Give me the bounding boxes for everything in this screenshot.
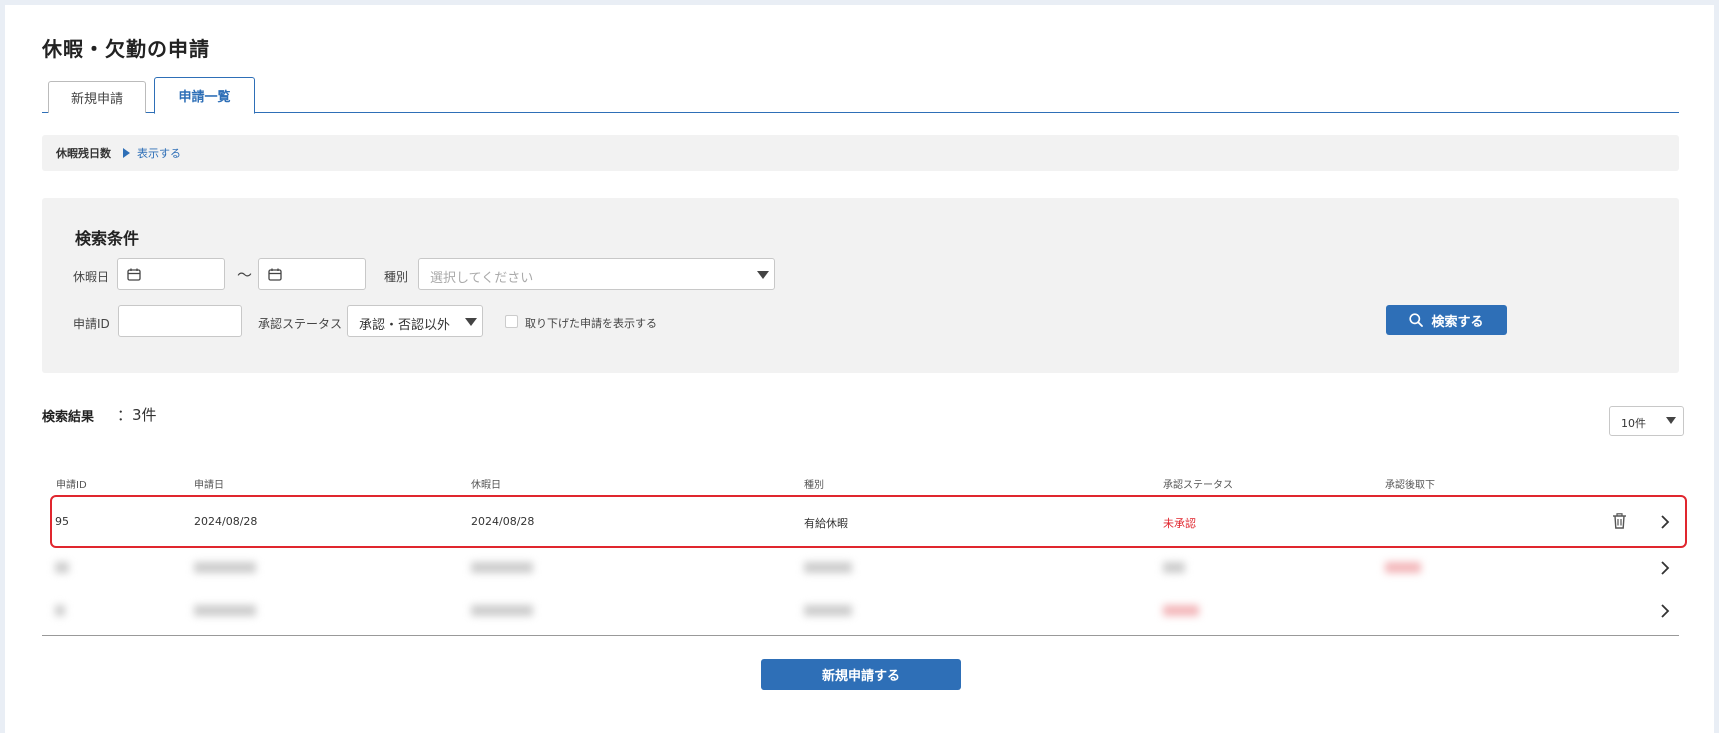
table-row-highlight[interactable] [50,495,1687,548]
type-select[interactable]: 選択してください [418,258,775,290]
chevron-down-icon [465,318,477,326]
status-value: 承認・否認以外 [359,318,451,333]
chevron-right-icon[interactable] [1660,515,1670,529]
cell-request-id: 95 [55,515,69,528]
cell-type: 有給休暇 [804,517,848,530]
calendar-icon [268,268,282,281]
blurred-cell [804,605,852,616]
chevron-right-icon[interactable] [1660,561,1670,575]
remaining-days-label: 休暇残日数 [56,147,111,160]
calendar-icon [127,268,141,281]
tab-new-request[interactable]: 新規申請 [48,81,146,113]
show-withdrawn-label: 取り下げた申請を表示する [525,317,657,330]
remaining-days-bar: 休暇残日数 表示する [42,135,1679,171]
column-header: 休暇日 [471,480,501,491]
results-count: ：3件 [117,406,157,424]
holiday-label: 休暇日 [73,270,110,284]
request-id-label: 申請ID [73,317,110,331]
type-label: 種別 [384,270,409,284]
search-panel: 検索条件 休暇日 ～ 種別 選択してください 申請ID 承認ステータス 承認・否… [42,198,1679,373]
tab-bar: 新規申請 申請一覧 [42,77,1679,114]
cell-holiday-date: 2024/08/28 [471,515,535,528]
chevron-right-icon[interactable] [1660,604,1670,618]
date-range-separator: ～ [237,266,253,284]
caret-right-icon[interactable] [123,148,130,158]
tab-request-list[interactable]: 申請一覧 [154,77,255,114]
new-request-button-label: 新規申請する [821,669,900,684]
blurred-cell [1163,605,1199,616]
column-header: 申請ID [56,480,87,491]
chevron-down-icon [757,271,769,279]
column-header: 申請日 [194,480,224,491]
chevron-down-icon [1666,417,1676,424]
date-from-field[interactable] [117,258,225,290]
blurred-cell [471,605,533,616]
per-page-value: 10件 [1621,417,1646,430]
blurred-cell [804,562,852,573]
show-remaining-link[interactable]: 表示する [137,145,181,161]
status-select[interactable]: 承認・否認以外 [347,305,483,337]
search-title: 検索条件 [75,229,140,248]
status-label: 承認ステータス [258,317,343,331]
type-placeholder: 選択してください [430,271,534,286]
cell-applied-date: 2024/08/28 [194,515,258,528]
column-header: 承認ステータス [1163,480,1233,491]
search-button-label: 検索する [1431,314,1484,330]
blurred-cell [55,562,69,573]
new-request-button[interactable]: 新規申請する [761,659,961,690]
blurred-cell [471,562,533,573]
request-id-input[interactable] [118,305,242,337]
cell-status: 未承認 [1163,517,1196,530]
show-withdrawn-checkbox[interactable] [505,315,518,328]
column-header: 承認後取下 [1385,480,1435,491]
blurred-cell [1385,562,1421,573]
blurred-cell [1163,562,1185,573]
page-title: 休暇・欠勤の申請 [42,37,210,61]
table-bottom-border [42,635,1679,636]
per-page-select[interactable]: 10件 [1609,406,1684,436]
date-to-field[interactable] [258,258,366,290]
table-row-blurred[interactable] [42,550,1679,592]
blurred-cell [194,605,256,616]
blurred-cell [194,562,256,573]
table-row-blurred[interactable] [42,593,1679,635]
search-icon [1409,313,1424,327]
trash-icon[interactable] [1612,513,1627,529]
results-label: 検索結果 [42,410,95,425]
column-header: 種別 [804,480,824,491]
search-button[interactable]: 検索する [1386,305,1507,335]
page: 休暇・欠勤の申請 新規申請 申請一覧 休暇残日数 表示する 検索条件 休暇日 ～ [5,5,1714,733]
blurred-cell [55,605,65,616]
